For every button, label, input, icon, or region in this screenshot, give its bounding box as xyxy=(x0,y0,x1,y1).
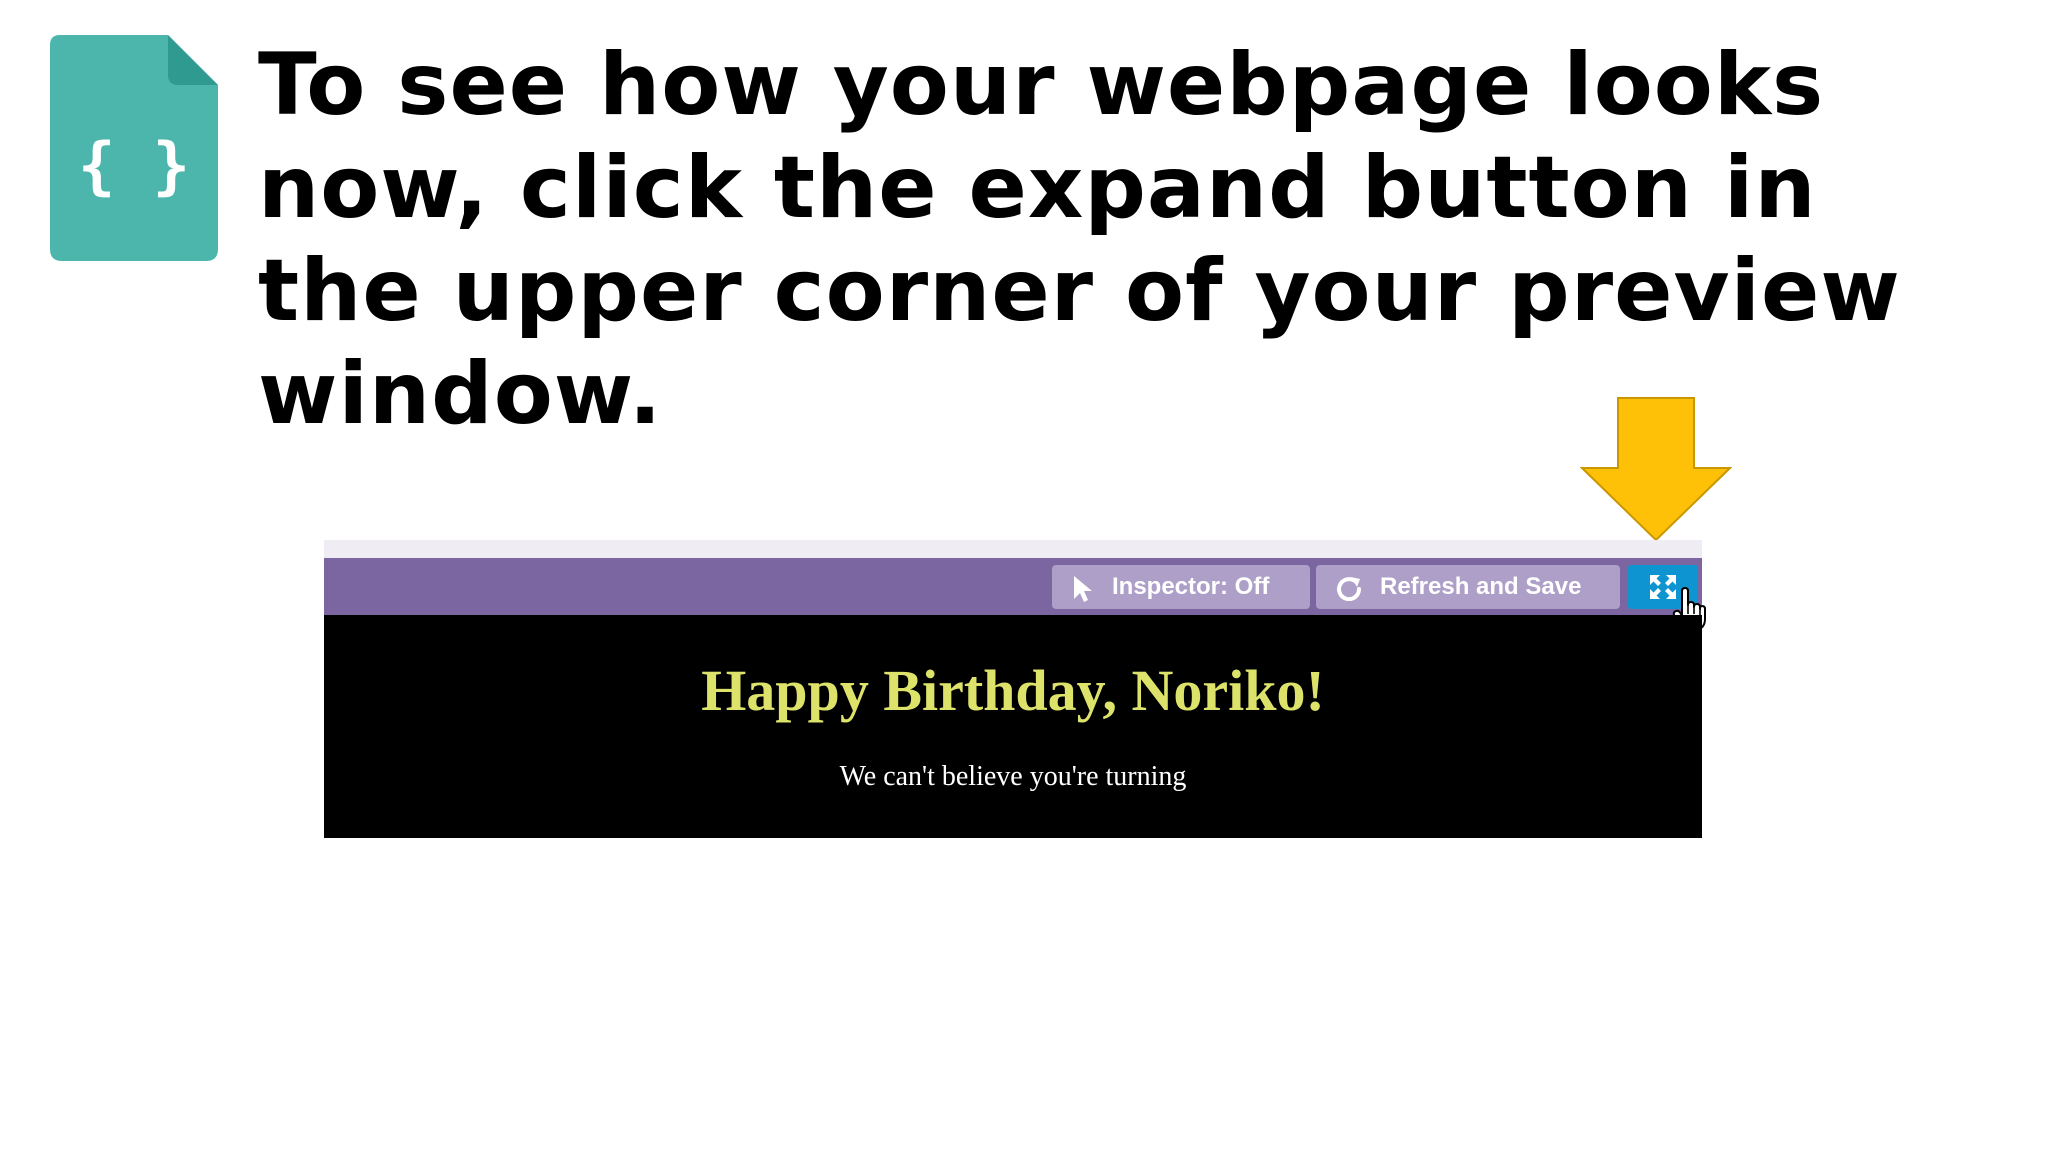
json-file-icon: { } xyxy=(50,35,218,261)
inspector-toggle-button[interactable]: Inspector: Off xyxy=(1052,565,1310,609)
file-icon-glyph: { } xyxy=(78,129,190,202)
tutorial-slide: { } To see how your webpage looks now, c… xyxy=(0,0,2048,1152)
refresh-button-label: Refresh and Save xyxy=(1380,573,1582,600)
birthday-heading: Happy Birthday, Noriko! xyxy=(701,658,1325,723)
preview-window: Inspector: Off Refresh and Save Happy Bi… xyxy=(324,540,1706,838)
pointer-arrow-icon xyxy=(1074,576,1092,602)
refresh-icon xyxy=(1337,577,1362,601)
birthday-paragraph: We can't believe you're turning xyxy=(839,761,1187,792)
inspector-button-label: Inspector: Off xyxy=(1112,573,1270,600)
refresh-and-save-button[interactable]: Refresh and Save xyxy=(1316,565,1620,609)
instruction-text: To see how your webpage looks now, click… xyxy=(258,35,1901,444)
preview-top-strip xyxy=(324,540,1702,558)
preview-toolbar: Inspector: Off Refresh and Save xyxy=(324,558,1702,615)
preview-viewport: Happy Birthday, Noriko! We can't believe… xyxy=(324,615,1702,838)
down-arrow-icon xyxy=(1580,397,1732,542)
